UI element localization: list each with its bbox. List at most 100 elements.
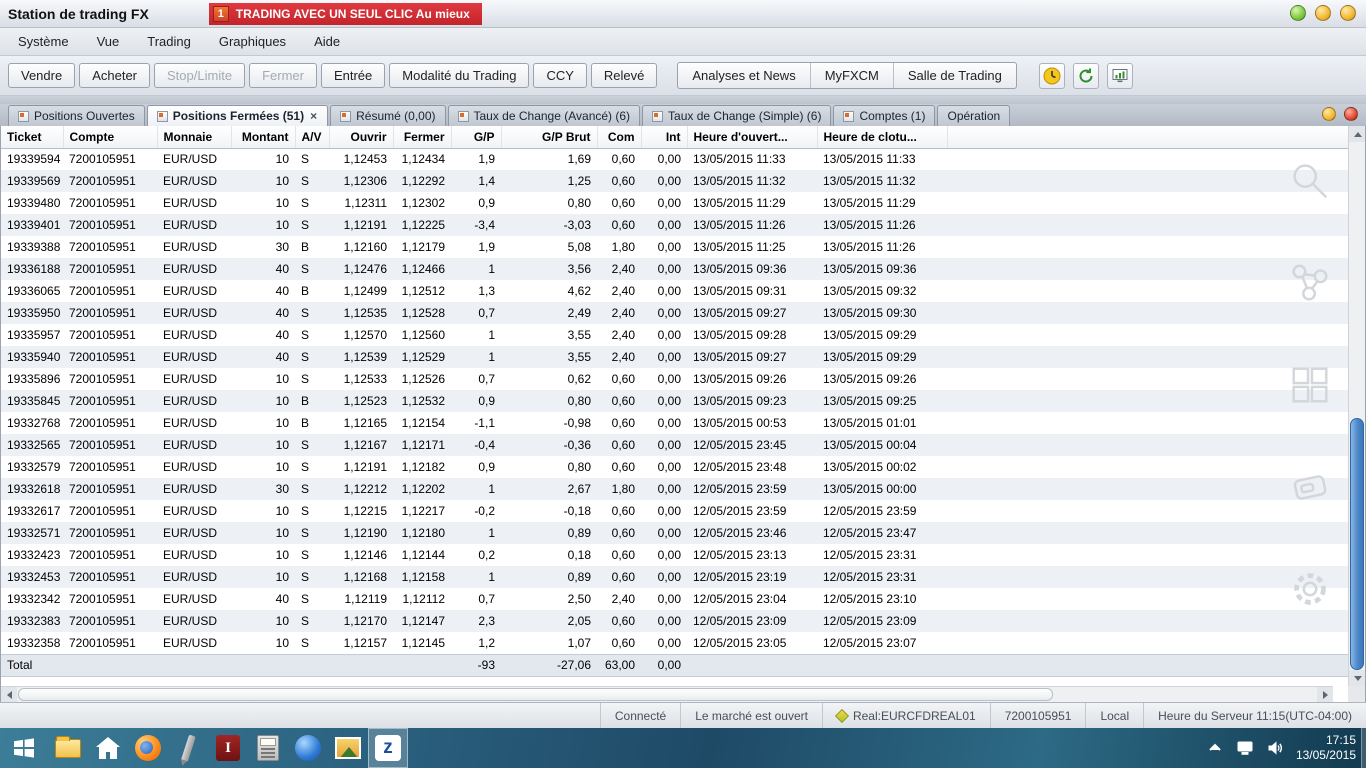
scroll-up-icon[interactable] bbox=[1349, 126, 1365, 142]
table-row[interactable]: 19332342 7200105951 EUR/USD 40 S 1,12119 1,121… bbox=[1, 588, 1350, 610]
market-monitor-icon[interactable] bbox=[1106, 62, 1133, 89]
trading-alert-app-icon[interactable]: I bbox=[208, 728, 248, 768]
menu-trading[interactable]: Trading bbox=[135, 30, 203, 53]
refresh-icon[interactable] bbox=[1072, 62, 1099, 89]
column-int[interactable]: Int bbox=[641, 126, 688, 149]
cell-ticket: 19339388 bbox=[7, 240, 61, 254]
table-row[interactable]: 19336188 7200105951 EUR/USD 40 S 1,12476 1,124… bbox=[1, 258, 1350, 280]
table-row[interactable]: 19332423 7200105951 EUR/USD 10 S 1,12146 1,121… bbox=[1, 544, 1350, 566]
table-row[interactable]: 19332383 7200105951 EUR/USD 10 S 1,12170 1,121… bbox=[1, 610, 1350, 632]
home-icon[interactable] bbox=[88, 728, 128, 768]
table-row[interactable]: 19332768 7200105951 EUR/USD 10 B 1,12165 1,121… bbox=[1, 412, 1350, 434]
browser-sphere-icon[interactable] bbox=[288, 728, 328, 768]
table-row[interactable]: 19339569 7200105951 EUR/USD 10 S 1,12306 1,122… bbox=[1, 170, 1350, 192]
menu-graphiques[interactable]: Graphiques bbox=[207, 30, 298, 53]
myfxcm-link[interactable]: MyFXCM bbox=[811, 63, 894, 88]
trading-station-window: Station de trading FX 1 TRADING AVEC UN … bbox=[0, 0, 1366, 768]
scroll-down-icon[interactable] bbox=[1349, 670, 1365, 686]
workspace-minimize-button[interactable] bbox=[1322, 107, 1336, 121]
column-gp-brut[interactable]: G/P Brut bbox=[501, 126, 598, 149]
trading-station-app-icon[interactable]: z bbox=[368, 728, 408, 768]
acheter-button[interactable]: Acheter bbox=[79, 63, 151, 88]
table-row[interactable]: 19332565 7200105951 EUR/USD 10 S 1,12167 1,121… bbox=[1, 434, 1350, 456]
table-row[interactable]: 19335896 7200105951 EUR/USD 10 S 1,12533 1,125… bbox=[1, 368, 1350, 390]
tab-taux-change-avance[interactable]: Taux de Change (Avancé) (6) bbox=[447, 105, 641, 126]
photos-icon[interactable] bbox=[328, 728, 368, 768]
one-click-trading-banner[interactable]: 1 TRADING AVEC UN SEUL CLIC Au mieux bbox=[208, 2, 482, 25]
window-restore-button[interactable] bbox=[1315, 5, 1331, 21]
column-heure-ouverture[interactable]: Heure d'ouvert... bbox=[687, 126, 818, 149]
cell-int: 0,00 bbox=[657, 504, 681, 518]
table-row[interactable]: 19335957 7200105951 EUR/USD 40 S 1,12570 1,125… bbox=[1, 324, 1350, 346]
menu-systeme[interactable]: Système bbox=[6, 30, 81, 53]
calculator-icon[interactable] bbox=[248, 728, 288, 768]
table-row[interactable]: 19335845 7200105951 EUR/USD 10 B 1,12523 1,125… bbox=[1, 390, 1350, 412]
tab-close-icon[interactable]: × bbox=[309, 109, 318, 123]
stop-limite-button[interactable]: Stop/Limite bbox=[154, 63, 246, 88]
cell-ouvrir: 1,12570 bbox=[343, 328, 387, 342]
column-heure-cloture[interactable]: Heure de clotu... bbox=[817, 126, 948, 149]
table-row[interactable]: 19332453 7200105951 EUR/USD 10 S 1,12168 1,121… bbox=[1, 566, 1350, 588]
analyses-news-link[interactable]: Analyses et News bbox=[678, 63, 811, 88]
table-row[interactable]: 19339388 7200105951 EUR/USD 30 B 1,12160 1,121… bbox=[1, 236, 1350, 258]
tab-taux-change-simple[interactable]: Taux de Change (Simple) (6) bbox=[642, 105, 832, 126]
column-montant[interactable]: Montant bbox=[231, 126, 296, 149]
column-com[interactable]: Com bbox=[597, 126, 642, 149]
table-row[interactable]: 19332617 7200105951 EUR/USD 10 S 1,12215 1,122… bbox=[1, 500, 1350, 522]
fermer-button[interactable]: Fermer bbox=[249, 63, 317, 88]
cell-ouvrir: 1,12212 bbox=[343, 482, 387, 496]
tray-clock[interactable]: 17:15 13/05/2015 bbox=[1296, 733, 1356, 763]
column-gp[interactable]: G/P bbox=[451, 126, 502, 149]
ccy-button[interactable]: CCY bbox=[533, 63, 587, 88]
table-row[interactable]: 19335940 7200105951 EUR/USD 40 S 1,12539 1,125… bbox=[1, 346, 1350, 368]
tab-positions-ouvertes[interactable]: Positions Ouvertes bbox=[8, 105, 145, 126]
cell-monnaie: EUR/USD bbox=[163, 240, 218, 254]
vendre-button[interactable]: Vendre bbox=[8, 63, 76, 88]
column-monnaie[interactable]: Monnaie bbox=[157, 126, 232, 149]
table-row[interactable]: 19332579 7200105951 EUR/USD 10 S 1,12191 1,121… bbox=[1, 456, 1350, 478]
pen-tool-icon[interactable] bbox=[168, 728, 208, 768]
tab-operation[interactable]: Opération bbox=[937, 105, 1011, 126]
tray-volume-icon[interactable] bbox=[1266, 739, 1284, 757]
show-desktop-button[interactable] bbox=[1361, 728, 1366, 768]
table-row[interactable]: 19339594 7200105951 EUR/USD 10 S 1,12453 1,124… bbox=[1, 148, 1350, 170]
tab-comptes[interactable]: Comptes (1) bbox=[833, 105, 936, 126]
modalite-trading-button[interactable]: Modalité du Trading bbox=[389, 63, 530, 88]
scroll-right-icon[interactable] bbox=[1317, 687, 1333, 702]
file-explorer-icon[interactable] bbox=[48, 728, 88, 768]
tray-display-icon[interactable] bbox=[1236, 739, 1254, 757]
column-fermer[interactable]: Fermer bbox=[393, 126, 452, 149]
table-row[interactable]: 19332571 7200105951 EUR/USD 10 S 1,12190 1,121… bbox=[1, 522, 1350, 544]
vertical-scrollbar[interactable] bbox=[1348, 126, 1365, 686]
table-row[interactable]: 19332618 7200105951 EUR/USD 30 S 1,12212 1,122… bbox=[1, 478, 1350, 500]
tab-positions-fermees[interactable]: Positions Fermées (51) × bbox=[146, 105, 329, 126]
tray-expand-icon[interactable] bbox=[1206, 739, 1224, 757]
tab-resume[interactable]: Résumé (0,00) bbox=[330, 105, 446, 126]
window-minimize-button[interactable] bbox=[1290, 5, 1306, 21]
workspace-close-button[interactable] bbox=[1344, 107, 1358, 121]
start-button[interactable] bbox=[0, 728, 48, 768]
window-close-button[interactable] bbox=[1340, 5, 1356, 21]
column-compte[interactable]: Compte bbox=[63, 126, 158, 149]
table-row[interactable]: 19339401 7200105951 EUR/USD 10 S 1,12191 1,122… bbox=[1, 214, 1350, 236]
table-row[interactable]: 19335950 7200105951 EUR/USD 40 S 1,12535 1,125… bbox=[1, 302, 1350, 324]
table-row[interactable]: 19332358 7200105951 EUR/USD 10 S 1,12157 1,121… bbox=[1, 632, 1350, 654]
firefox-icon[interactable] bbox=[128, 728, 168, 768]
column-ouvrir[interactable]: Ouvrir bbox=[329, 126, 394, 149]
cell-montant: 10 bbox=[275, 372, 289, 386]
table-row[interactable]: 19339480 7200105951 EUR/USD 10 S 1,12311 1,123… bbox=[1, 192, 1350, 214]
releve-button[interactable]: Relevé bbox=[590, 63, 658, 88]
cell-heure_cloture: 12/05/2015 23:07 bbox=[823, 635, 917, 650]
entree-button[interactable]: Entrée bbox=[320, 63, 386, 88]
scroll-left-icon[interactable] bbox=[1, 687, 17, 702]
table-row[interactable]: 19336065 7200105951 EUR/USD 40 B 1,12499 1,125… bbox=[1, 280, 1350, 302]
vertical-scrollbar-thumb[interactable] bbox=[1350, 418, 1364, 670]
menu-vue[interactable]: Vue bbox=[85, 30, 132, 53]
clock-icon[interactable] bbox=[1038, 62, 1065, 89]
horizontal-scrollbar-thumb[interactable] bbox=[18, 688, 1053, 701]
horizontal-scrollbar[interactable] bbox=[1, 686, 1333, 702]
salle-trading-link[interactable]: Salle de Trading bbox=[894, 63, 1016, 88]
menu-aide[interactable]: Aide bbox=[302, 30, 352, 53]
column-ticket[interactable]: Ticket bbox=[1, 126, 64, 149]
column-av[interactable]: A/V bbox=[295, 126, 330, 149]
